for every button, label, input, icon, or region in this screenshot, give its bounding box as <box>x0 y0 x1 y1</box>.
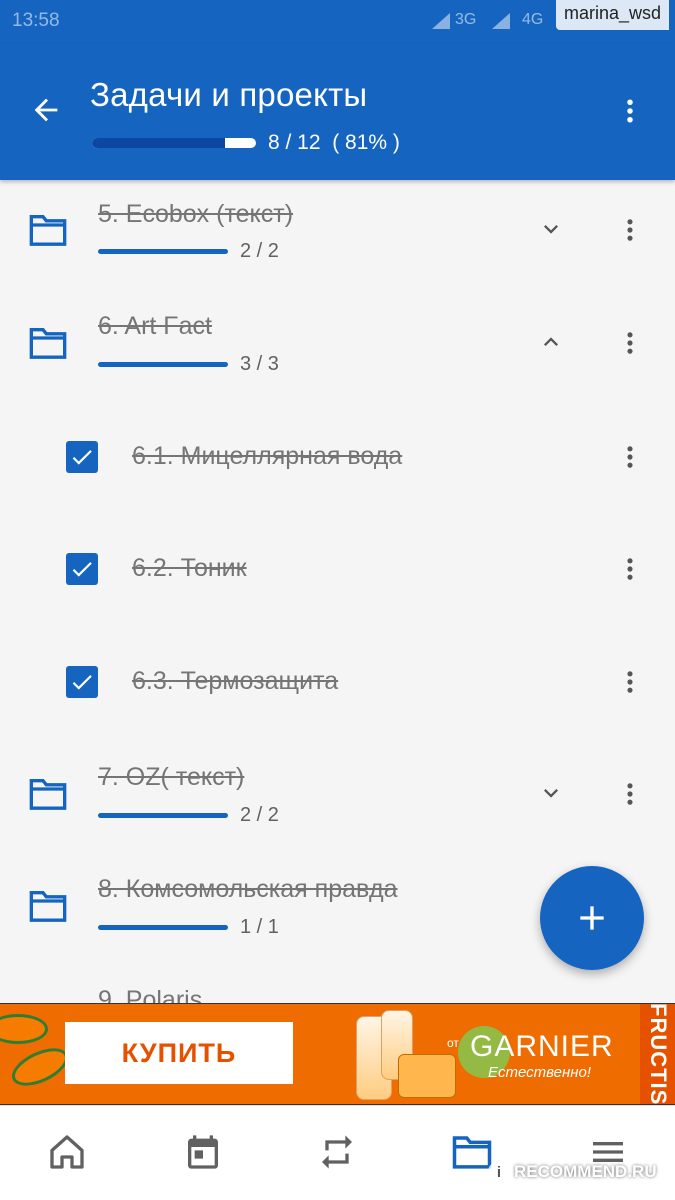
project-count: 1 / 1 <box>240 916 279 938</box>
status-bar: 13:58 3G 4G marina_wsd <box>0 0 675 44</box>
watermark-username: marina_wsd <box>555 0 669 30</box>
project-progress-bar <box>98 925 228 930</box>
more-vert-icon <box>627 446 633 468</box>
check-icon <box>72 675 92 690</box>
more-vert-icon <box>627 332 633 354</box>
ad-brand-slogan: Естественно! <box>488 1064 592 1081</box>
project-title: 9. Polaris <box>98 986 203 1003</box>
ad-banner[interactable]: КУПИТЬ от GARNIER Естественно! FRUCTIS <box>0 1003 675 1105</box>
cell-signal-icon <box>492 13 510 29</box>
task-checkbox[interactable] <box>66 441 98 473</box>
app-menu-button[interactable] <box>607 88 653 134</box>
hair-mask-jar-image <box>398 1054 456 1098</box>
task-row[interactable]: 6.3. Термозащита <box>0 629 675 741</box>
recommend-text: RECOMMEND.RU <box>514 1162 657 1181</box>
task-menu-button[interactable] <box>612 435 648 479</box>
expand-button[interactable] <box>533 775 569 811</box>
papaya-image <box>6 1040 74 1094</box>
project-progress-bar <box>98 249 228 254</box>
task-row[interactable]: 6.1. Мицеллярная вода <box>0 404 675 516</box>
project-progress-bar <box>98 362 228 367</box>
project-menu-button[interactable] <box>612 772 648 816</box>
project-row[interactable]: 9. Polaris <box>0 966 675 1003</box>
home-icon <box>50 1135 84 1169</box>
task-menu-button[interactable] <box>612 660 648 704</box>
project-row[interactable]: 5. Ecobox (текст) 2 / 2 <box>0 180 675 292</box>
check-icon <box>72 450 92 465</box>
add-button[interactable] <box>540 866 644 970</box>
nav-repeat[interactable] <box>315 1130 359 1174</box>
ad-brand: GARNIER <box>470 1030 614 1063</box>
project-count: 3 / 3 <box>240 353 279 375</box>
back-button[interactable] <box>20 84 72 136</box>
folder-icon <box>29 215 67 246</box>
ad-buy-button[interactable]: КУПИТЬ <box>65 1022 293 1084</box>
folder-icon <box>29 328 67 359</box>
more-vert-icon <box>627 219 633 241</box>
chevron-up-icon <box>544 337 558 346</box>
ad-side-strip: FRUCTIS <box>640 1003 675 1105</box>
project-title: 8. Комсомольская правда <box>98 875 398 903</box>
recommend-watermark: i RECOMMEND.RU <box>488 1160 657 1184</box>
project-title: 6. Art Fact <box>98 312 212 340</box>
page-title: Задачи и проекты <box>90 76 368 113</box>
project-title: 7. OZ( текст) <box>98 763 245 791</box>
overall-progress-bar <box>92 138 256 148</box>
project-row[interactable]: 6. Art Fact 3 / 3 <box>0 292 675 404</box>
overall-progress-fill <box>92 138 225 148</box>
nav-home[interactable] <box>45 1130 89 1174</box>
task-checkbox[interactable] <box>66 553 98 585</box>
chevron-down-icon <box>544 789 558 798</box>
chevron-down-icon <box>544 225 558 234</box>
ad-side-text: FRUCTIS <box>646 1003 671 1105</box>
more-vert-icon <box>627 783 633 805</box>
folder-icon <box>29 779 67 810</box>
papaya-image <box>0 1014 48 1044</box>
task-title: 6.1. Мицеллярная вода <box>132 442 403 470</box>
ad-brand-prefix: от <box>447 1036 459 1050</box>
app-bar: Задачи и проекты 8 / 12 ( 81% ) <box>0 44 675 180</box>
folder-icon <box>452 1136 492 1169</box>
plus-icon <box>580 906 604 930</box>
repeat-icon <box>322 1135 352 1169</box>
arrow-left-icon <box>34 98 58 122</box>
check-icon <box>72 562 92 577</box>
project-progress-bar <box>98 813 228 818</box>
status-time: 13:58 <box>12 10 60 31</box>
project-row[interactable]: 7. OZ( текст) 2 / 2 <box>0 741 675 853</box>
wifi-signal-icon <box>432 13 450 29</box>
project-count: 2 / 2 <box>240 804 279 826</box>
folder-icon <box>29 891 67 922</box>
more-vert-icon <box>627 671 633 693</box>
task-row[interactable]: 6.2. Тоник <box>0 517 675 629</box>
project-count: 2 / 2 <box>240 240 279 262</box>
task-checkbox[interactable] <box>66 666 98 698</box>
collapse-button[interactable] <box>533 324 569 360</box>
calendar-icon <box>188 1135 218 1169</box>
task-title: 6.3. Термозащита <box>132 667 339 695</box>
more-vert-icon <box>627 558 633 580</box>
project-menu-button[interactable] <box>612 208 648 252</box>
project-menu-button[interactable] <box>612 321 648 365</box>
more-vert-icon <box>627 99 633 123</box>
nav-calendar[interactable] <box>181 1130 225 1174</box>
network-type: 3G <box>455 11 477 28</box>
overall-progress-text: 8 / 12 ( 81% ) <box>268 131 400 154</box>
project-title: 5. Ecobox (текст) <box>98 200 294 228</box>
network-type-2: 4G <box>522 11 544 28</box>
task-title: 6.2. Тоник <box>132 554 247 582</box>
task-menu-button[interactable] <box>612 547 648 591</box>
bottom-nav <box>0 1105 675 1200</box>
recommend-badge: i <box>488 1161 510 1183</box>
expand-button[interactable] <box>533 211 569 247</box>
